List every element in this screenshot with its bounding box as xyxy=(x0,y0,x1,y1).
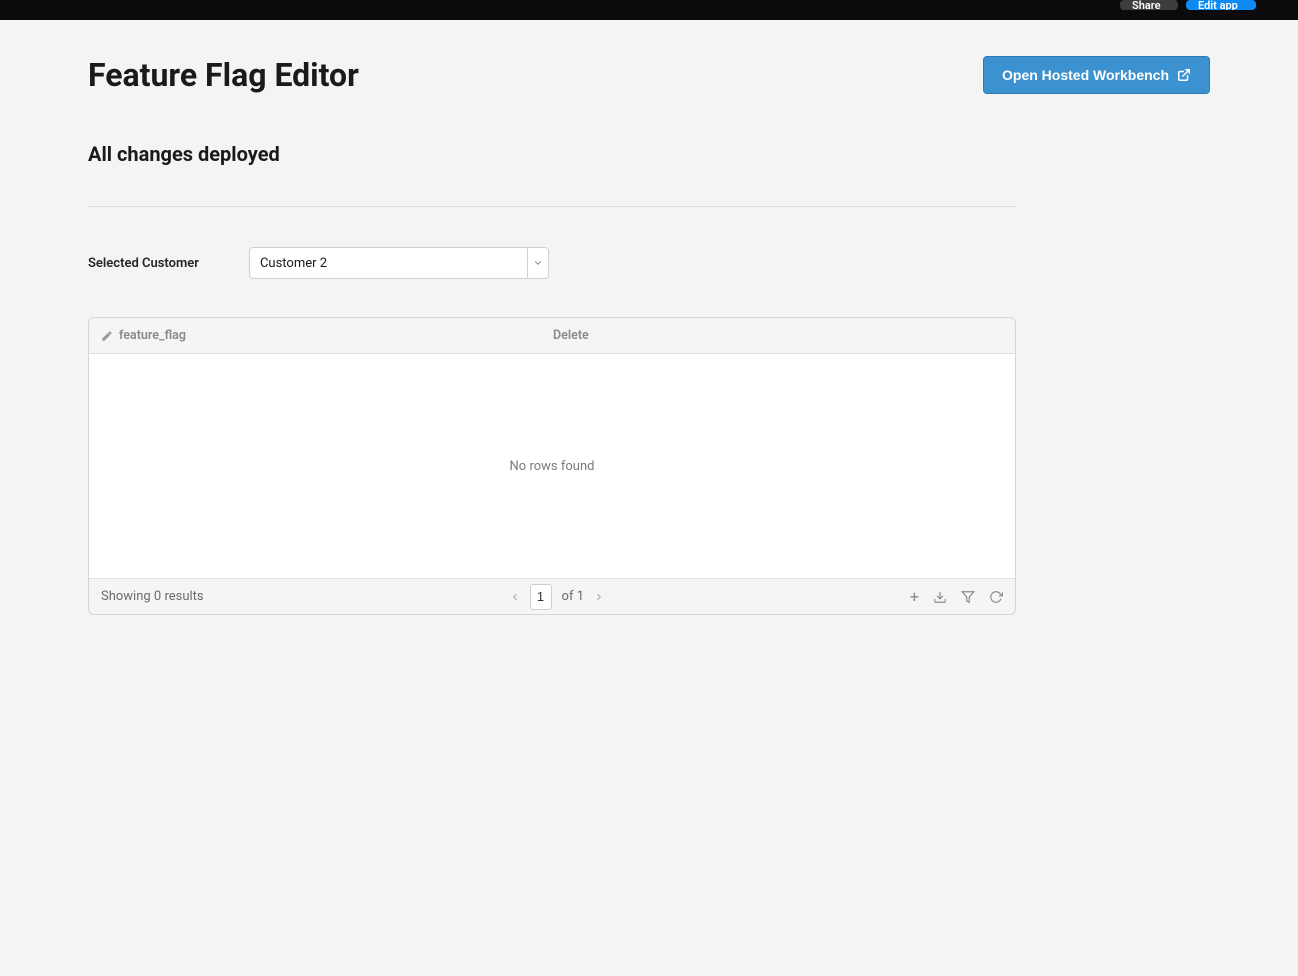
page-header: Feature Flag Editor Open Hosted Workbenc… xyxy=(88,56,1210,94)
chevron-left-icon xyxy=(510,592,520,602)
grid-header: feature_flag Delete xyxy=(89,318,1015,354)
selected-customer-label: Selected Customer xyxy=(88,256,199,271)
open-hosted-workbench-button[interactable]: Open Hosted Workbench xyxy=(983,56,1210,94)
page-of-text: of 1 xyxy=(562,589,584,604)
column-feature-flag[interactable]: feature_flag xyxy=(89,328,553,343)
refresh-button[interactable] xyxy=(989,590,1003,604)
feature-flag-grid: feature_flag Delete No rows found Showin… xyxy=(88,317,1016,615)
refresh-icon xyxy=(989,590,1003,604)
chevron-right-icon xyxy=(594,592,604,602)
results-count: Showing 0 results xyxy=(101,589,204,604)
column-feature-flag-label: feature_flag xyxy=(119,328,186,343)
section-divider xyxy=(88,206,1016,207)
add-row-button[interactable]: + xyxy=(910,589,919,605)
deploy-status-heading: All changes deployed xyxy=(88,142,1210,166)
download-icon xyxy=(933,590,947,604)
customer-select-caret[interactable] xyxy=(528,248,548,278)
grid-body: No rows found xyxy=(89,354,1015,578)
page-content: Feature Flag Editor Open Hosted Workbenc… xyxy=(0,20,1298,615)
filter-icon xyxy=(961,590,975,604)
next-page-button[interactable] xyxy=(594,592,604,602)
pagination: of 1 xyxy=(204,584,910,610)
grid-footer: Showing 0 results of 1 + xyxy=(89,578,1015,614)
grid-empty-text: No rows found xyxy=(510,459,595,474)
filter-button[interactable] xyxy=(961,590,975,604)
plus-icon: + xyxy=(910,589,919,605)
topbar: Share Edit app xyxy=(0,0,1298,20)
grid-actions: + xyxy=(910,589,1003,605)
customer-select-value: Customer 2 xyxy=(250,248,528,278)
prev-page-button[interactable] xyxy=(510,592,520,602)
share-button[interactable]: Share xyxy=(1120,0,1178,10)
pencil-icon xyxy=(101,330,113,342)
open-hosted-workbench-label: Open Hosted Workbench xyxy=(1002,67,1169,83)
external-link-icon xyxy=(1177,68,1191,82)
edit-app-button[interactable]: Edit app xyxy=(1186,0,1256,10)
column-delete[interactable]: Delete xyxy=(553,328,589,343)
page-number-input[interactable] xyxy=(530,584,552,610)
column-delete-label: Delete xyxy=(553,328,589,343)
customer-select[interactable]: Customer 2 xyxy=(249,247,549,279)
chevron-down-icon xyxy=(533,258,543,268)
customer-selector-row: Selected Customer Customer 2 xyxy=(88,247,1210,279)
download-button[interactable] xyxy=(933,590,947,604)
page-title: Feature Flag Editor xyxy=(88,56,359,94)
